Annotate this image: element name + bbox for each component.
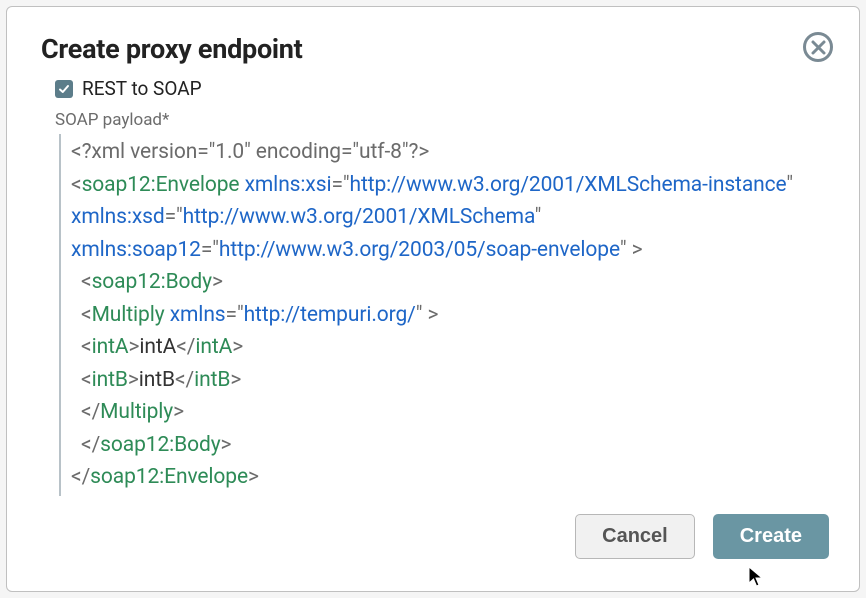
- create-proxy-endpoint-modal: Create proxy endpoint REST to SOAP SOAP …: [6, 6, 860, 592]
- modal-actions: Cancel Create: [41, 514, 829, 559]
- cancel-button[interactable]: Cancel: [575, 514, 695, 559]
- close-button[interactable]: [803, 32, 833, 62]
- modal-title: Create proxy endpoint: [41, 33, 303, 65]
- close-icon: [810, 39, 827, 56]
- soap-payload-label: SOAP payload*: [55, 110, 829, 130]
- check-icon: [58, 83, 70, 95]
- xml-decl: ?xml version="1.0" encoding="utf-8"?: [82, 140, 419, 164]
- modal-header: Create proxy endpoint: [41, 33, 829, 65]
- create-button[interactable]: Create: [713, 514, 829, 559]
- soap-payload-editor[interactable]: <?xml version="1.0" encoding="utf-8"?> <…: [59, 134, 829, 496]
- rest-to-soap-label: REST to SOAP: [82, 77, 202, 100]
- rest-to-soap-row: REST to SOAP: [55, 77, 829, 100]
- rest-to-soap-checkbox[interactable]: [55, 80, 73, 98]
